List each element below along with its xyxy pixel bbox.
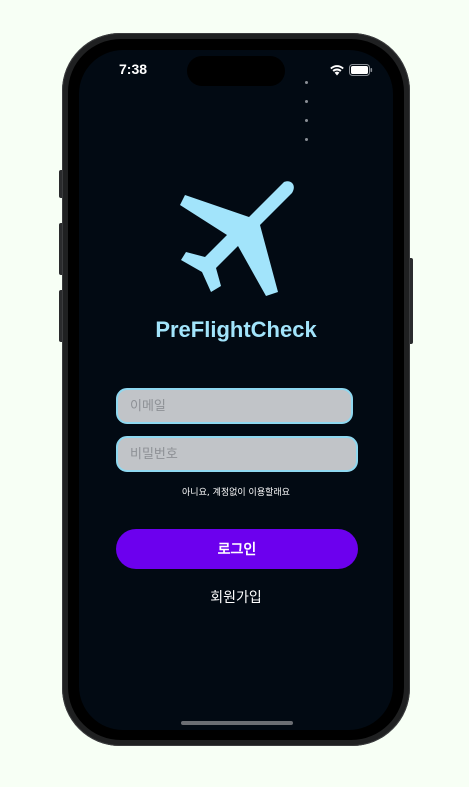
signup-link[interactable]: 회원가입	[79, 587, 393, 607]
app-title: PreFlightCheck	[155, 317, 317, 342]
signal-dots-icon	[305, 69, 309, 145]
app-screen: 7:38 PreFlightCheck 아니요, 계정없이 이용할래요 로그인	[79, 50, 393, 730]
login-button[interactable]: 로그인	[116, 529, 358, 569]
home-indicator[interactable]	[181, 721, 293, 725]
password-field[interactable]	[116, 436, 358, 472]
device-mockup: 7:38 PreFlightCheck 아니요, 계정없이 이용할래요 로그인	[0, 0, 469, 787]
wifi-icon	[330, 65, 344, 76]
airplane-icon	[180, 181, 294, 296]
email-field[interactable]	[116, 388, 353, 424]
dynamic-island	[187, 56, 285, 86]
battery-icon	[349, 64, 373, 76]
guest-login-link[interactable]: 아니요, 계정없이 이용할래요	[79, 485, 393, 498]
status-time: 7:38	[119, 61, 148, 77]
